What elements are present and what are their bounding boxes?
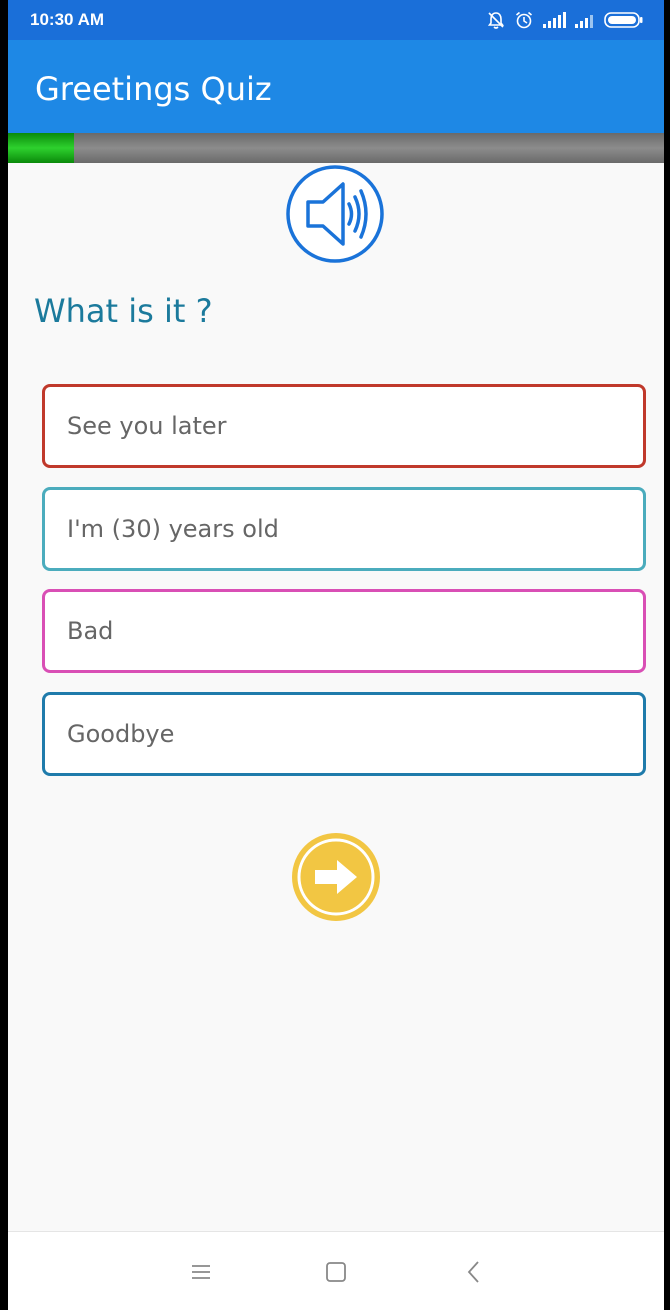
status-time: 10:30 AM (30, 10, 105, 29)
answer-option[interactable]: Bad (42, 589, 646, 673)
signal-icon (575, 15, 593, 28)
status-bar: 10:30 AM (8, 0, 664, 40)
answer-option[interactable]: Goodbye (42, 692, 646, 776)
app-title: Greetings Quiz (35, 70, 272, 108)
speaker-icon (286, 165, 384, 263)
next-button[interactable] (291, 832, 381, 922)
menu-icon (192, 1265, 210, 1279)
answer-option-label: See you later (67, 412, 227, 440)
menu-button[interactable] (186, 1257, 216, 1287)
arrow-right-icon (292, 833, 380, 921)
answer-option-label: Goodbye (67, 720, 175, 748)
signal-icon (543, 12, 566, 28)
answer-option-label: I'm (30) years old (67, 515, 279, 543)
back-icon (467, 1261, 479, 1283)
status-icons (486, 9, 644, 31)
notifications-off-icon (487, 12, 505, 29)
navigation-bar (8, 1231, 664, 1310)
battery-icon (604, 12, 643, 28)
app-screen: 10:30 AM Greetings Quiz What is it ? See… (8, 0, 664, 1310)
play-audio-button[interactable] (285, 164, 385, 264)
back-button[interactable] (459, 1257, 489, 1287)
home-icon (326, 1262, 346, 1282)
answer-option[interactable]: I'm (30) years old (42, 487, 646, 571)
answer-option[interactable]: See you later (42, 384, 646, 468)
alarm-icon (515, 11, 533, 29)
app-bar: Greetings Quiz (8, 40, 664, 133)
answer-option-label: Bad (67, 617, 114, 645)
progress-bar (8, 133, 664, 163)
progress-fill (8, 133, 74, 163)
home-button[interactable] (321, 1257, 351, 1287)
question-text: What is it ? (34, 292, 213, 330)
